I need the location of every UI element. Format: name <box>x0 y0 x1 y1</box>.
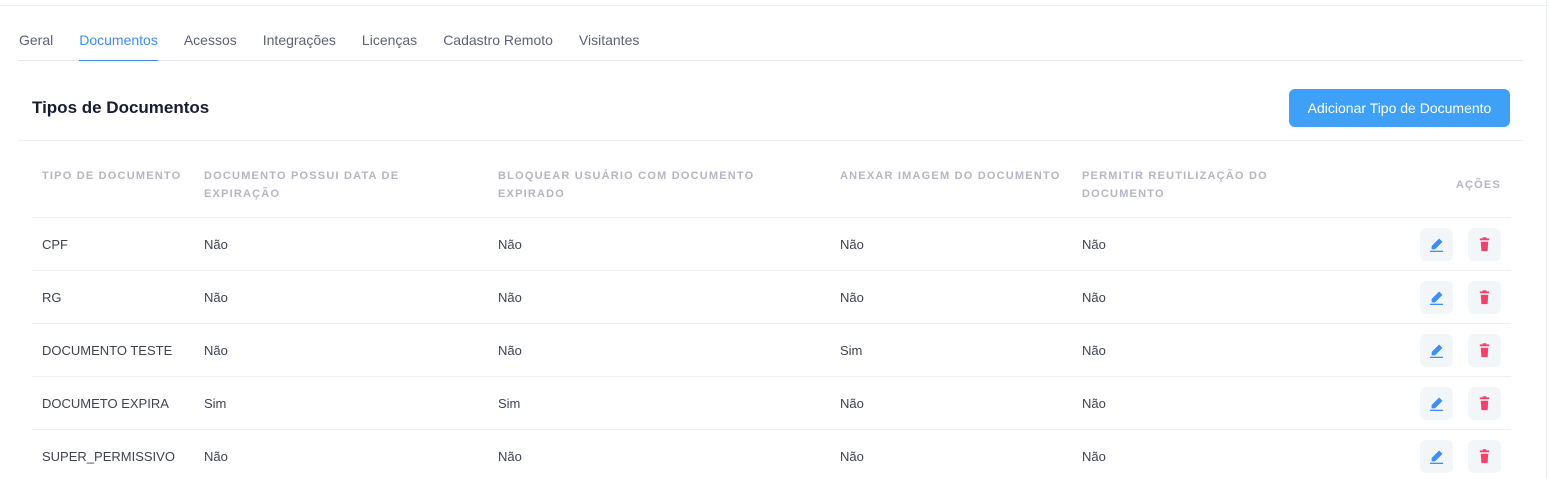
settings-tabs: Geral Documentos Acessos Integrações Lic… <box>18 22 1523 61</box>
cell-bloquear: Não <box>488 217 830 271</box>
cell-bloquear: Não <box>498 448 522 464</box>
delete-button[interactable] <box>1468 386 1501 420</box>
tab-geral[interactable]: Geral <box>19 22 53 61</box>
cell-actions <box>1342 430 1511 479</box>
tab-documentos[interactable]: Documentos <box>79 22 158 61</box>
card-header: Tipos de Documentos Adicionar Tipo de Do… <box>18 88 1523 141</box>
cell-tipo: CPF <box>32 217 194 271</box>
top-strip <box>0 0 1549 6</box>
trash-icon <box>1479 449 1490 463</box>
table-row: RG Não Não Não Não <box>32 270 1511 324</box>
cell-tipo: SUPER_PERMISSIVO <box>42 448 175 464</box>
cell-actions <box>1342 323 1511 377</box>
table-row: DOCUMETO EXPIRA Sim Sim Não Não <box>32 376 1511 430</box>
delete-button[interactable] <box>1468 227 1501 261</box>
edit-icon <box>1429 344 1444 358</box>
cell-tipo: DOCUMENTO TESTE <box>32 323 194 377</box>
page-title: Tipos de Documentos <box>32 98 210 117</box>
cell-actions <box>1342 270 1511 324</box>
tab-visitantes[interactable]: Visitantes <box>579 22 639 61</box>
cell-reutilizacao: Não <box>1072 270 1342 324</box>
cell-tipo: DOCUMETO EXPIRA <box>32 376 194 430</box>
tab-acessos[interactable]: Acessos <box>184 22 237 61</box>
cell-reutilizacao: Não <box>1082 448 1106 464</box>
cell-bloquear: Não <box>488 270 830 324</box>
document-types-table: Tipo de Documento Documento possui data … <box>32 157 1511 479</box>
cell-anexar: Não <box>830 376 1072 430</box>
column-header-expiracao: Documento possui data de expiração <box>194 157 488 218</box>
edit-icon <box>1429 397 1444 411</box>
column-header-tipo: Tipo de Documento <box>32 157 194 218</box>
edit-button[interactable] <box>1420 386 1453 420</box>
cell-reutilizacao: Não <box>1072 376 1342 430</box>
cell-bloquear: Não <box>488 323 830 377</box>
column-header-anexar: Anexar imagem do documento <box>830 157 1072 218</box>
cell-expiracao: Não <box>194 323 488 377</box>
cell-anexar: Não <box>840 448 864 464</box>
delete-button[interactable] <box>1468 439 1501 473</box>
cell-actions <box>1342 376 1511 430</box>
edit-button[interactable] <box>1420 333 1453 367</box>
cell-anexar: Sim <box>830 323 1072 377</box>
cell-expiracao: Não <box>194 270 488 324</box>
table-header-row: Tipo de Documento Documento possui data … <box>32 157 1511 218</box>
cell-bloquear: Sim <box>488 376 830 430</box>
delete-button[interactable] <box>1468 333 1501 367</box>
cell-expiracao: Não <box>194 217 488 271</box>
cell-actions <box>1342 217 1511 271</box>
cell-expiracao: Sim <box>194 376 488 430</box>
cell-tipo: RG <box>32 270 194 324</box>
add-document-type-button[interactable]: Adicionar Tipo de Documento <box>1289 89 1510 127</box>
cell-anexar: Não <box>830 270 1072 324</box>
tab-cadastro-remoto[interactable]: Cadastro Remoto <box>443 22 553 61</box>
delete-button[interactable] <box>1468 280 1501 314</box>
cell-expiracao: Não <box>204 448 228 464</box>
tab-integracoes[interactable]: Integrações <box>263 22 336 61</box>
table-row: SUPER_PERMISSIVO Não Não Não Não <box>32 430 1511 479</box>
trash-icon <box>1479 395 1490 410</box>
table-row: CPF Não Não Não Não <box>32 217 1511 271</box>
trash-icon <box>1479 289 1490 304</box>
table-row: DOCUMENTO TESTE Não Não Sim Não <box>32 323 1511 377</box>
tab-licencas[interactable]: Licenças <box>362 22 417 61</box>
cell-anexar: Não <box>830 217 1072 271</box>
trash-icon <box>1479 236 1490 251</box>
edit-button[interactable] <box>1420 439 1453 473</box>
column-header-acoes: Ações <box>1342 157 1511 218</box>
cell-reutilizacao: Não <box>1072 323 1342 377</box>
cell-reutilizacao: Não <box>1072 217 1342 271</box>
column-header-bloquear: Bloquear usuário com documento expirado <box>488 157 830 218</box>
edit-icon <box>1429 450 1444 464</box>
edit-button[interactable] <box>1420 227 1453 261</box>
trash-icon <box>1479 342 1490 357</box>
edit-button[interactable] <box>1420 280 1453 314</box>
edit-icon <box>1429 291 1444 305</box>
edit-icon <box>1429 238 1444 252</box>
column-header-reutilizacao: Permitir reutilização do documento <box>1072 157 1342 218</box>
